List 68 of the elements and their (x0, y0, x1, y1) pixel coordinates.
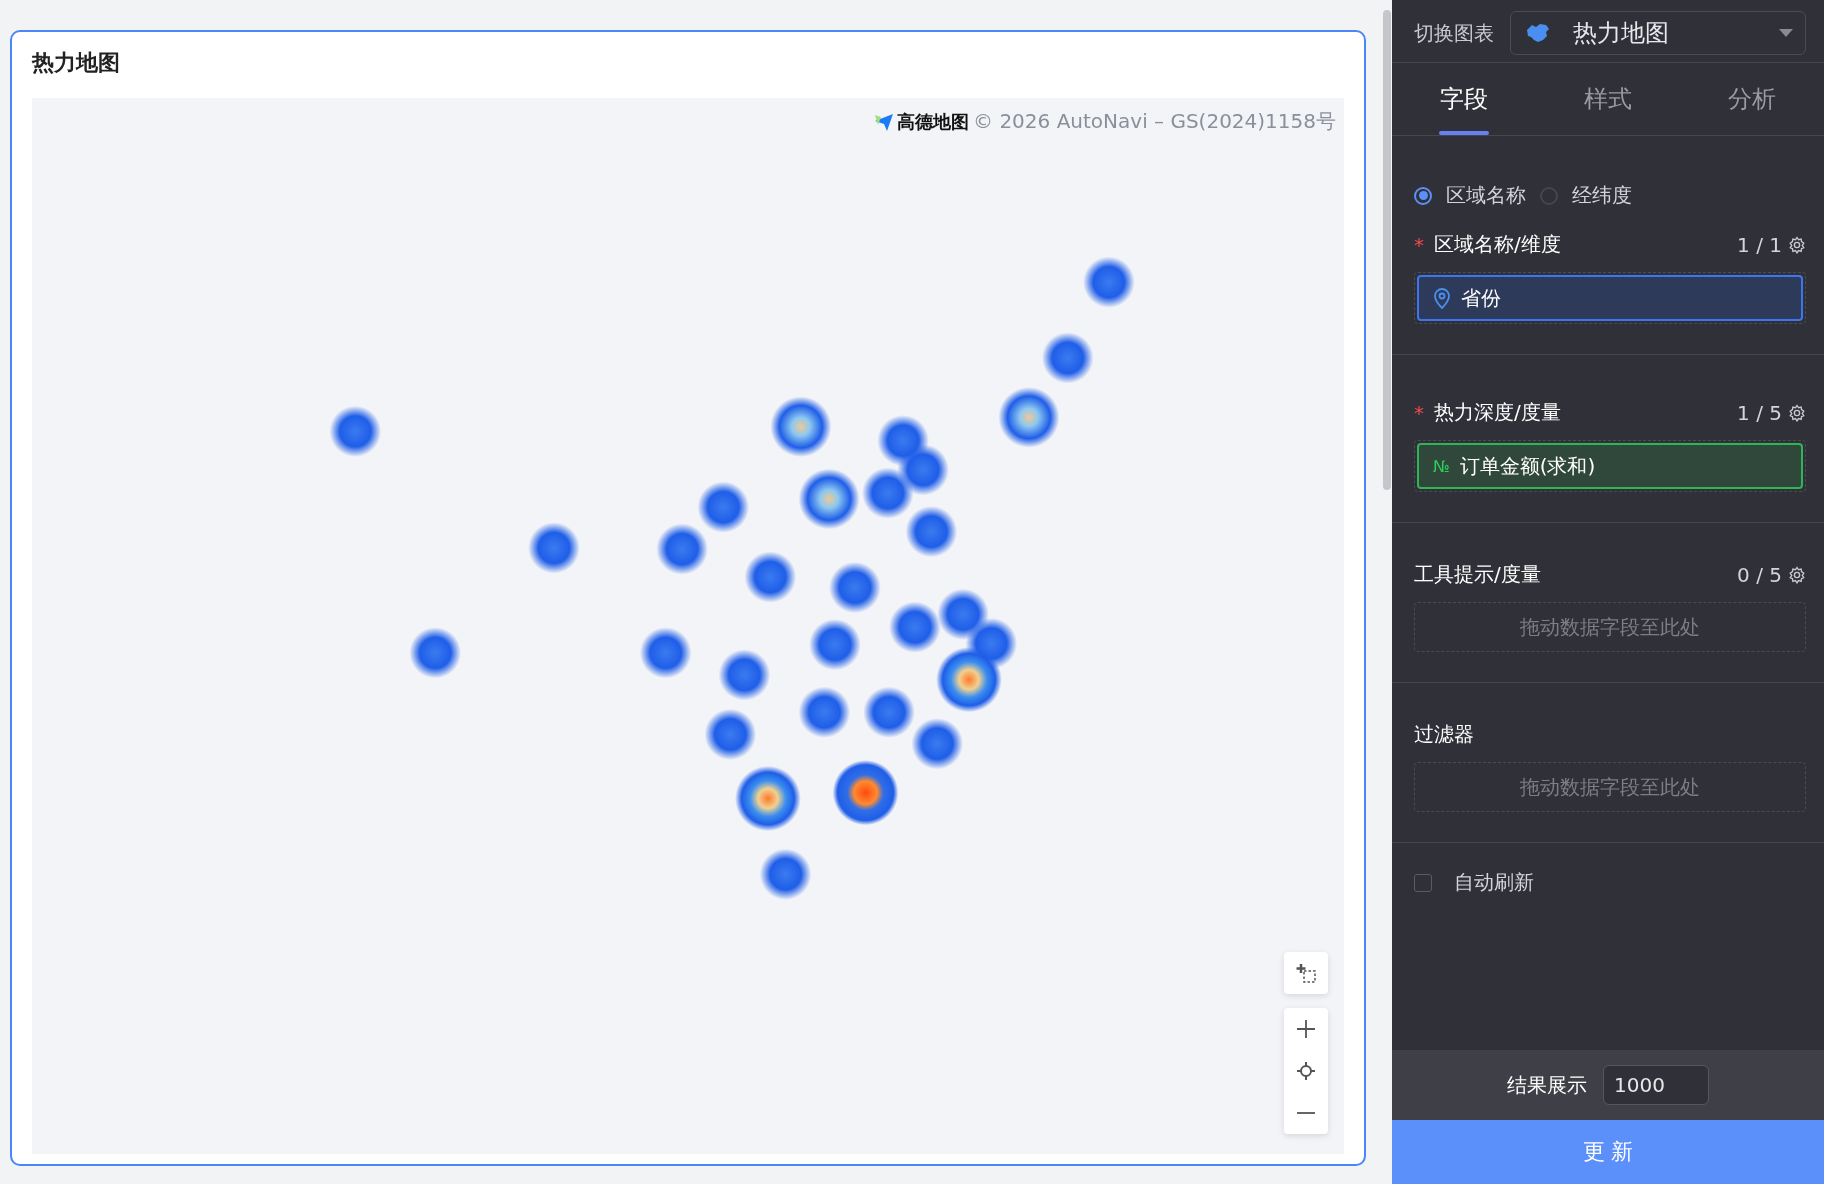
heat-spot (639, 627, 692, 679)
auto-refresh-checkbox[interactable]: 自动刷新 (1392, 843, 1824, 922)
heat-spot (770, 396, 832, 457)
heat-spot (897, 444, 949, 496)
heat-spot (832, 760, 899, 826)
heat-spot (798, 468, 860, 530)
section-title: 热力深度/度量 (1434, 399, 1562, 426)
radio-option[interactable]: 区域名称 (1414, 182, 1526, 209)
heat-spot (809, 619, 861, 671)
section-title: 区域名称/维度 (1434, 231, 1562, 258)
chart-type-select[interactable]: 热力地图 (1510, 11, 1806, 55)
field-count: 1 / 1 (1737, 232, 1782, 257)
location-pin-icon (1433, 287, 1451, 309)
heat-spot (1083, 256, 1135, 308)
map-logo-text: 高德地图 (897, 109, 970, 134)
settings-icon[interactable] (1788, 235, 1806, 254)
plus-icon (1296, 1019, 1316, 1039)
minus-icon (1296, 1111, 1316, 1115)
heat-spot (829, 561, 881, 614)
field-count: 0 / 5 (1737, 562, 1782, 587)
panel-tab[interactable]: 样式 (1536, 63, 1680, 135)
heat-spot (718, 649, 771, 701)
heat-spot (862, 467, 914, 519)
settings-icon[interactable] (1788, 403, 1806, 422)
chart-title: 热力地图 (32, 49, 121, 77)
field-count: 1 / 5 (1737, 400, 1782, 425)
heat-spot (409, 627, 462, 679)
radio-label: 经纬度 (1572, 182, 1632, 209)
caret-icon (1779, 29, 1793, 37)
scrollbar-thumb[interactable] (1383, 10, 1391, 490)
switch-chart-label: 切换图表 (1414, 19, 1494, 47)
section-title: 工具提示/度量 (1414, 561, 1542, 588)
heat-spot (744, 551, 797, 603)
china-map-icon (1525, 22, 1551, 44)
heat-spot (735, 765, 801, 832)
radio-option[interactable]: 经纬度 (1540, 182, 1632, 209)
heat-spot (936, 647, 1002, 713)
heat-spot (798, 686, 851, 738)
heat-spot (329, 405, 382, 457)
checkbox-label: 自动刷新 (1454, 869, 1534, 896)
heat-spot (656, 523, 708, 575)
radio-label: 区域名称 (1446, 182, 1526, 209)
number-sign: № (1433, 456, 1450, 476)
panel-tab[interactable]: 分析 (1680, 63, 1824, 135)
panel-tab[interactable]: 字段 (1392, 63, 1536, 135)
heat-spot (905, 505, 958, 558)
heat-spot (911, 718, 964, 770)
box-zoom-icon (1295, 962, 1317, 984)
result-count-input[interactable]: 1000 (1603, 1065, 1709, 1105)
required-mark: * (1414, 232, 1424, 257)
field-chip[interactable]: 省份 (1417, 275, 1803, 321)
required-mark: * (1414, 400, 1424, 425)
settings-icon[interactable] (1788, 565, 1806, 584)
heat-spot (998, 387, 1060, 448)
field-name: 省份 (1461, 284, 1501, 312)
heat-spot (1041, 332, 1094, 384)
heat-spot (704, 708, 757, 761)
heat-spot (863, 686, 915, 738)
map-attribution: © 2026 AutoNavi – GS(2024)1158号 (973, 108, 1336, 135)
heat-spot (759, 848, 812, 900)
result-label: 结果展示 (1507, 1071, 1587, 1099)
section-title: 过滤器 (1414, 721, 1475, 748)
heat-spot (889, 601, 941, 653)
crosshair-icon (1296, 1061, 1316, 1081)
heat-spot (528, 522, 580, 574)
field-name: 订单金额(求和) (1459, 452, 1596, 480)
heat-spot (697, 481, 750, 533)
field-chip[interactable]: № 订单金额(求和) (1417, 443, 1803, 489)
